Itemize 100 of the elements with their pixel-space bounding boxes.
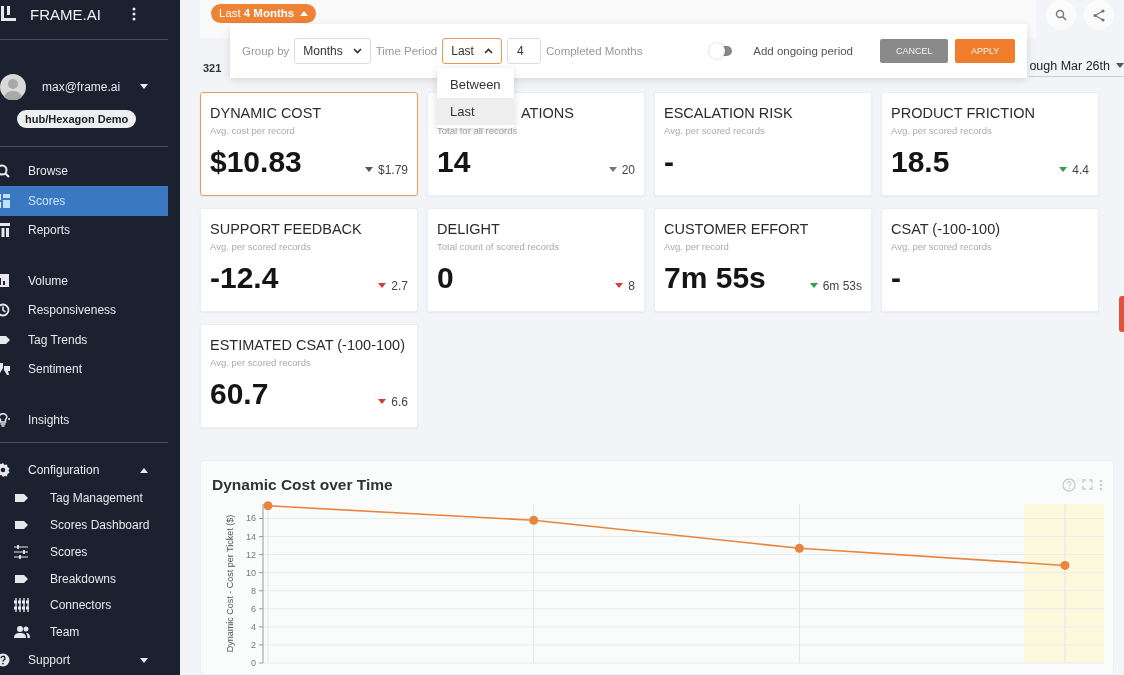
- nav-section[interactable]: Configuration: [0, 455, 168, 486]
- sliders-icon: [14, 544, 28, 559]
- chart-title: Dynamic Cost over Time: [212, 475, 393, 494]
- data-point[interactable]: [263, 501, 273, 511]
- field-label: Group by: [242, 45, 290, 57]
- nav-item[interactable]: Sentiment: [0, 354, 168, 385]
- card-delta: 4.4: [1072, 162, 1089, 177]
- card-title: PRODUCT FRICTION: [891, 105, 1036, 121]
- nav-item[interactable]: Browse: [0, 156, 168, 187]
- card-value: -: [664, 145, 674, 179]
- nav-item[interactable]: Breakdowns: [0, 565, 168, 592]
- axis-tick-label: 10: [246, 567, 256, 578]
- card-value: 7m 55s: [664, 261, 766, 295]
- brand-name: FRAME.AI: [29, 5, 102, 23]
- people-icon: [14, 625, 30, 639]
- card-value: 14: [437, 145, 471, 179]
- share-icon: [1093, 8, 1105, 22]
- axis-title: Dynamic Cost - Cost per Ticket ($): [225, 514, 235, 653]
- lightbulb-icon: [0, 412, 10, 427]
- count-input[interactable]: 4: [506, 38, 541, 64]
- card-subtitle: Avg. per scored records: [891, 241, 993, 252]
- caret-icon: [140, 657, 148, 663]
- metric-card[interactable]: DELIGHT Total count of scored records 0 8: [427, 208, 645, 312]
- workspace-badge[interactable]: hub/Hexagon Demo: [17, 109, 137, 128]
- metric-card[interactable]: DYNAMIC COST Avg. cost per record $10.83 $1.79: [200, 92, 418, 196]
- tag-icon: [14, 572, 28, 585]
- chevron-icon: [483, 48, 493, 54]
- chevron-icon: [352, 48, 362, 54]
- connector-icon: [14, 598, 30, 613]
- search-button[interactable]: [1046, 0, 1076, 30]
- axis-tick-label: 14: [246, 531, 256, 542]
- metric-card[interactable]: ESCALATION RISK Avg. per scored records -: [654, 92, 872, 196]
- card-title: CSAT (-100-100): [891, 221, 1002, 237]
- card-title: DYNAMIC COST: [210, 105, 323, 121]
- card-title: DELIGHT: [437, 221, 501, 237]
- metric-card[interactable]: CUSTOMER EFFORT Avg. per record 7m 55s 6m 53s: [654, 208, 872, 312]
- field-label: Completed Months: [545, 45, 643, 57]
- data-point[interactable]: [1060, 560, 1070, 570]
- user-email[interactable]: max@frame.ai: [42, 79, 124, 94]
- date-range-select[interactable]: ough Mar 26th: [1029, 58, 1124, 77]
- axis-tick-label: 16: [246, 513, 256, 524]
- tag-icon: [0, 333, 10, 346]
- nav-item[interactable]: Scores: [0, 186, 168, 216]
- nav-item[interactable]: Insights: [0, 405, 168, 435]
- nav-item[interactable]: Scores: [0, 538, 168, 566]
- card-value: 0: [437, 261, 454, 295]
- nav-item[interactable]: Scores Dashboard: [0, 511, 168, 539]
- nav-item[interactable]: Responsiveness: [0, 295, 168, 326]
- axis-tick-label: 6: [251, 603, 256, 614]
- menu-item[interactable]: Last: [437, 98, 514, 125]
- caret-icon: [140, 84, 148, 90]
- search-icon: [1055, 9, 1067, 21]
- nav-item[interactable]: Team: [0, 618, 168, 646]
- metric-card[interactable]: PRODUCT FRICTION Avg. per scored records 18.5 4.4: [881, 92, 1099, 196]
- fullscreen-icon[interactable]: [1082, 479, 1093, 490]
- card-subtitle: Avg. cost per record: [210, 125, 296, 136]
- tag-icon: [14, 492, 28, 505]
- metric-card[interactable]: SUPPORT FEEDBACK Avg. per scored records -12.4 2.7: [200, 208, 418, 312]
- data-point[interactable]: [794, 543, 804, 553]
- card-value: 60.7: [210, 377, 269, 411]
- thumbs-icon: [0, 362, 10, 377]
- logo-icon: [0, 6, 16, 23]
- metric-card[interactable]: CSAT (-100-100) Avg. per scored records -: [881, 208, 1099, 312]
- nav-item[interactable]: Tag Trends: [0, 325, 168, 355]
- group-by-select[interactable]: Months: [294, 38, 371, 64]
- help-icon[interactable]: [1062, 477, 1076, 492]
- dashboard-icon: [0, 193, 10, 208]
- card-subtitle: Avg. per scored records: [664, 125, 766, 136]
- record-count: 321: [203, 61, 222, 74]
- card-value: 18.5: [891, 145, 950, 179]
- card-subtitle: Avg. per scored records: [891, 125, 993, 136]
- data-point[interactable]: [529, 515, 539, 525]
- time-period-select[interactable]: Last: [442, 38, 502, 64]
- more-icon[interactable]: [1099, 478, 1103, 491]
- axis-tick-label: 4: [251, 621, 256, 632]
- card-title: CUSTOMER EFFORT: [664, 221, 810, 237]
- nav-item[interactable]: Connectors: [0, 591, 168, 619]
- axis-tick-label: 8: [251, 585, 256, 596]
- nav-section[interactable]: Support: [0, 645, 168, 675]
- card-value: -12.4: [210, 261, 279, 295]
- field-label: Time Period: [375, 45, 438, 57]
- more-icon: [132, 7, 136, 22]
- table-icon: [0, 223, 10, 238]
- card-delta: 20: [621, 162, 635, 177]
- nav-item[interactable]: Reports: [0, 215, 168, 246]
- axis-tick-label: 0: [251, 658, 256, 668]
- card-subtitle: Avg. per scored records: [210, 241, 312, 252]
- toggle-label: Add ongoing period: [753, 45, 853, 57]
- search-icon: [0, 164, 10, 179]
- axis-tick-label: 12: [246, 549, 256, 560]
- metric-card[interactable]: ESTIMATED CSAT (-100-100) Avg. per scored records 60.7 6.6: [200, 324, 418, 428]
- card-subtitle: Avg. per scored records: [210, 357, 312, 368]
- side-tab[interactable]: [1119, 296, 1124, 332]
- card-delta: 8: [628, 278, 635, 293]
- share-button[interactable]: [1084, 0, 1114, 30]
- clock-icon: [0, 303, 10, 318]
- nav-item[interactable]: Volume: [0, 266, 168, 296]
- card-title: SUPPORT FEEDBACK: [210, 221, 363, 237]
- nav-item[interactable]: Tag Management: [0, 485, 168, 512]
- card-subtitle: Total count of scored records: [437, 241, 560, 252]
